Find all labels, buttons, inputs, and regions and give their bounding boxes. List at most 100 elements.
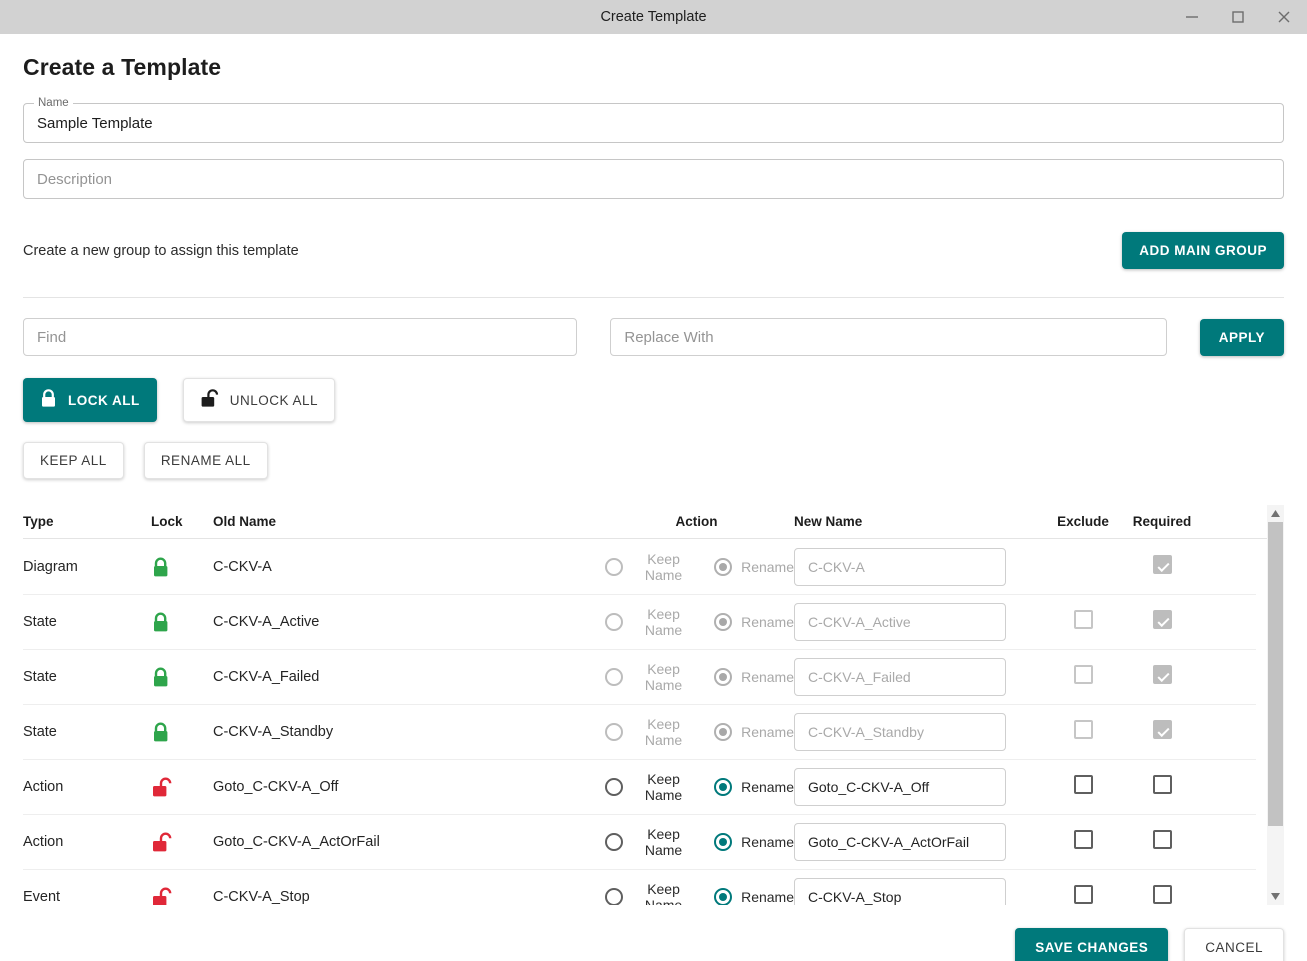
required-checkbox[interactable]: [1152, 830, 1172, 849]
row-new-name-cell: C-CKV-A: [794, 548, 1044, 586]
row-new-name-cell: Goto_C-CKV-A_ActOrFail: [794, 823, 1044, 861]
assign-group-row: Create a new group to assign this templa…: [23, 232, 1284, 269]
new-name-input[interactable]: Goto_C-CKV-A_Off: [794, 768, 1006, 806]
rename-label: Rename: [741, 669, 794, 685]
unlock-all-label: UNLOCK ALL: [229, 392, 319, 408]
lock-all-button[interactable]: LOCK ALL: [23, 378, 157, 422]
rename-radio[interactable]: [714, 668, 733, 686]
column-header-old-name: Old Name: [213, 514, 277, 529]
row-lock-toggle[interactable]: [151, 722, 213, 743]
keep-name-label: Keep Name: [644, 606, 683, 638]
lock-open-icon: [151, 887, 213, 905]
rename-radio[interactable]: [714, 613, 733, 631]
rename-radio[interactable]: [714, 723, 733, 741]
template-name-value: Sample Template: [37, 114, 153, 132]
new-name-input[interactable]: C-CKV-A: [794, 548, 1006, 586]
rename-label: Rename: [741, 614, 794, 630]
rename-radio[interactable]: [714, 833, 733, 851]
keep-name-radio[interactable]: [605, 668, 623, 686]
new-name-input[interactable]: C-CKV-A_Failed: [794, 658, 1006, 696]
keep-name-radio[interactable]: [605, 613, 623, 631]
required-checkbox[interactable]: [1152, 775, 1172, 794]
add-main-group-button[interactable]: ADD MAIN GROUP: [1122, 232, 1284, 269]
row-lock-toggle[interactable]: [151, 777, 213, 798]
exclude-checkbox[interactable]: [1073, 610, 1093, 629]
rename-all-button[interactable]: RENAME ALL: [143, 442, 268, 479]
template-name-label: Name: [34, 96, 73, 110]
rename-label: Rename: [741, 834, 794, 850]
scroll-up-arrow-icon[interactable]: [1267, 505, 1284, 522]
row-type: State: [23, 669, 57, 685]
lock-all-label: LOCK ALL: [68, 392, 140, 408]
table-row: Event C-CKV-A_Stop Keep Name Rename C-CK…: [23, 870, 1256, 905]
lock-buttons-row: LOCK ALL UNLOCK ALL: [23, 378, 1284, 422]
row-lock-toggle[interactable]: [151, 887, 213, 905]
exclude-checkbox[interactable]: [1073, 775, 1093, 794]
column-header-type: Type: [23, 514, 54, 529]
row-old-name: C-CKV-A_Stop: [213, 889, 310, 905]
new-name-input[interactable]: C-CKV-A_Active: [794, 603, 1006, 641]
template-name-field[interactable]: Name Sample Template: [23, 96, 1284, 143]
row-lock-toggle[interactable]: [151, 612, 213, 633]
row-action-group: Keep Name Rename: [599, 551, 794, 583]
scroll-down-arrow-icon[interactable]: [1267, 888, 1284, 905]
row-lock-toggle[interactable]: [151, 832, 213, 853]
apply-button[interactable]: APPLY: [1199, 318, 1284, 356]
row-exclude-cell: [1044, 720, 1122, 744]
scrollbar-track[interactable]: [1267, 522, 1284, 888]
row-new-name-cell: C-CKV-A_Stop: [794, 878, 1044, 905]
exclude-checkbox[interactable]: [1073, 830, 1093, 849]
new-name-input[interactable]: C-CKV-A_Standby: [794, 713, 1006, 751]
find-input[interactable]: Find: [23, 318, 578, 356]
keep-all-button[interactable]: KEEP ALL: [23, 442, 124, 479]
row-required-cell: [1122, 610, 1202, 634]
keep-name-radio[interactable]: [605, 558, 623, 576]
row-old-name: C-CKV-A: [213, 559, 272, 575]
table-scrollbar[interactable]: [1267, 505, 1284, 905]
row-required-cell: [1122, 665, 1202, 689]
row-old-name: Goto_C-CKV-A_ActOrFail: [213, 834, 380, 850]
rename-radio[interactable]: [714, 888, 733, 905]
keep-name-radio[interactable]: [605, 723, 623, 741]
rename-radio[interactable]: [714, 778, 733, 796]
row-new-name-cell: C-CKV-A_Active: [794, 603, 1044, 641]
row-type: Action: [23, 779, 64, 795]
keep-name-label: Keep Name: [644, 771, 683, 803]
maximize-icon[interactable]: [1215, 0, 1261, 34]
new-name-input[interactable]: Goto_C-CKV-A_ActOrFail: [794, 823, 1006, 861]
required-checkbox[interactable]: [1152, 885, 1172, 904]
window-titlebar: Create Template: [0, 0, 1307, 34]
keep-name-radio[interactable]: [605, 778, 623, 796]
keep-rename-row: KEEP ALL RENAME ALL: [23, 442, 1284, 479]
minimize-icon[interactable]: [1169, 0, 1215, 34]
keep-name-label: Keep Name: [644, 881, 683, 905]
lock-closed-icon: [151, 557, 213, 578]
row-new-name-cell: Goto_C-CKV-A_Off: [794, 768, 1044, 806]
exclude-checkbox[interactable]: [1073, 665, 1093, 684]
keep-name-radio[interactable]: [605, 888, 623, 905]
cancel-button[interactable]: CANCEL: [1184, 928, 1284, 961]
row-lock-toggle[interactable]: [151, 667, 213, 688]
new-name-input[interactable]: C-CKV-A_Stop: [794, 878, 1006, 905]
window-controls: [1169, 0, 1307, 34]
row-exclude-cell: [1044, 830, 1122, 854]
lock-open-icon: [200, 389, 219, 411]
scrollbar-thumb[interactable]: [1268, 522, 1283, 826]
unlock-all-button[interactable]: UNLOCK ALL: [182, 378, 336, 422]
template-description-field[interactable]: Description: [23, 159, 1284, 199]
keep-name-radio[interactable]: [605, 833, 623, 851]
lock-closed-icon: [151, 722, 213, 743]
section-divider: [23, 297, 1284, 298]
keep-name-label: Keep Name: [644, 826, 683, 858]
assign-group-text: Create a new group to assign this templa…: [23, 242, 299, 259]
row-exclude-cell: [1044, 775, 1122, 799]
replace-with-input[interactable]: Replace With: [610, 318, 1167, 356]
row-exclude-cell: [1044, 555, 1122, 579]
rename-radio[interactable]: [714, 558, 733, 576]
row-lock-toggle[interactable]: [151, 557, 213, 578]
close-icon[interactable]: [1261, 0, 1307, 34]
exclude-checkbox[interactable]: [1073, 720, 1093, 739]
column-header-new-name: New Name: [794, 514, 863, 529]
exclude-checkbox[interactable]: [1073, 885, 1093, 904]
save-changes-button[interactable]: SAVE CHANGES: [1015, 928, 1169, 961]
